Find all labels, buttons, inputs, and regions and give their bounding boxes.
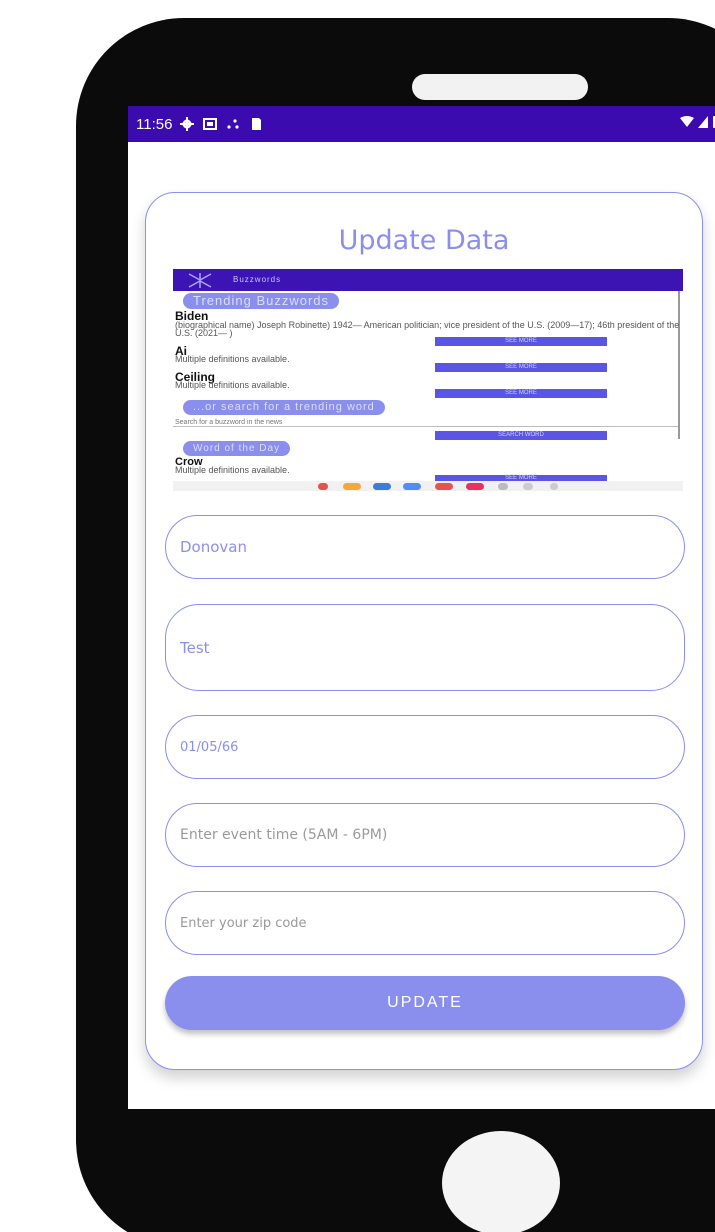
photos-app-icon xyxy=(466,483,484,490)
home-button[interactable] xyxy=(442,1131,560,1232)
signal-dots-icon xyxy=(227,119,240,129)
preview-search-button: SEARCH WORD xyxy=(435,431,607,440)
preview-wotd-def: Multiple definitions available. xyxy=(175,465,290,475)
status-bar: 11:56 xyxy=(128,106,715,142)
overview-nav-icon xyxy=(498,483,508,490)
sd-card-icon xyxy=(252,118,262,130)
card-title: Update Data xyxy=(338,225,510,256)
preview-app-title: Buzzwords xyxy=(233,275,282,284)
screenshot-preview: Buzzwords Trending Buzzwords Biden (biog… xyxy=(173,269,683,491)
preview-search-underline xyxy=(173,426,678,427)
settings-icon xyxy=(180,117,195,131)
stage: 11:56 Update Data Buzzwords Trending Buz… xyxy=(0,0,715,1232)
home-nav-icon xyxy=(523,483,533,490)
update-card: Update Data Buzzwords Trending Buzzwords… xyxy=(145,192,703,1070)
preview-def-2: Multiple definitions available. xyxy=(175,354,290,364)
device-screen: 11:56 Update Data Buzzwords Trending Buz… xyxy=(128,106,715,1109)
preview-scrollbar xyxy=(678,291,680,439)
date-field-value: 01/05/66 xyxy=(180,739,239,755)
drive-app-icon xyxy=(435,483,453,490)
preview-trending-header: Trending Buzzwords xyxy=(183,293,340,309)
name-field[interactable]: Donovan xyxy=(165,515,685,579)
preview-wotd-header: Word of the Day xyxy=(183,441,291,456)
preview-nav-bar xyxy=(173,481,683,491)
preview-see-more-1: SEE MORE xyxy=(435,337,607,346)
update-button[interactable]: UPDATE xyxy=(165,976,685,1030)
back-nav-icon xyxy=(550,483,558,490)
status-time: 11:56 xyxy=(136,115,173,133)
messages-app-icon xyxy=(403,483,421,490)
zip-field-placeholder: Enter your zip code xyxy=(180,915,307,931)
cell-signal-icon xyxy=(698,116,708,128)
name-field-value: Donovan xyxy=(180,538,247,556)
date-field[interactable]: 01/05/66 xyxy=(165,715,685,779)
event-field[interactable]: Test xyxy=(165,604,685,691)
buzz-logo-icon xyxy=(188,273,212,288)
preview-search-header: ...or search for a trending word xyxy=(183,400,385,415)
time-field-placeholder: Enter event time (5AM - 6PM) xyxy=(180,827,388,843)
folder-app-icon xyxy=(343,483,361,490)
phone-speaker xyxy=(412,74,588,100)
preview-see-more-3: SEE MORE xyxy=(435,389,607,398)
time-field[interactable]: Enter event time (5AM - 6PM) xyxy=(165,803,685,867)
event-field-value: Test xyxy=(180,638,210,657)
preview-see-more-2: SEE MORE xyxy=(435,363,607,372)
mail-icon xyxy=(203,118,218,130)
zip-field[interactable]: Enter your zip code xyxy=(165,891,685,955)
calendar-app-icon xyxy=(373,483,391,490)
status-right-icons xyxy=(680,115,715,129)
chrome-app-icon xyxy=(318,483,328,490)
preview-toolbar: Buzzwords xyxy=(173,269,683,291)
preview-def-3: Multiple definitions available. xyxy=(175,380,290,390)
wifi-icon xyxy=(680,116,694,127)
